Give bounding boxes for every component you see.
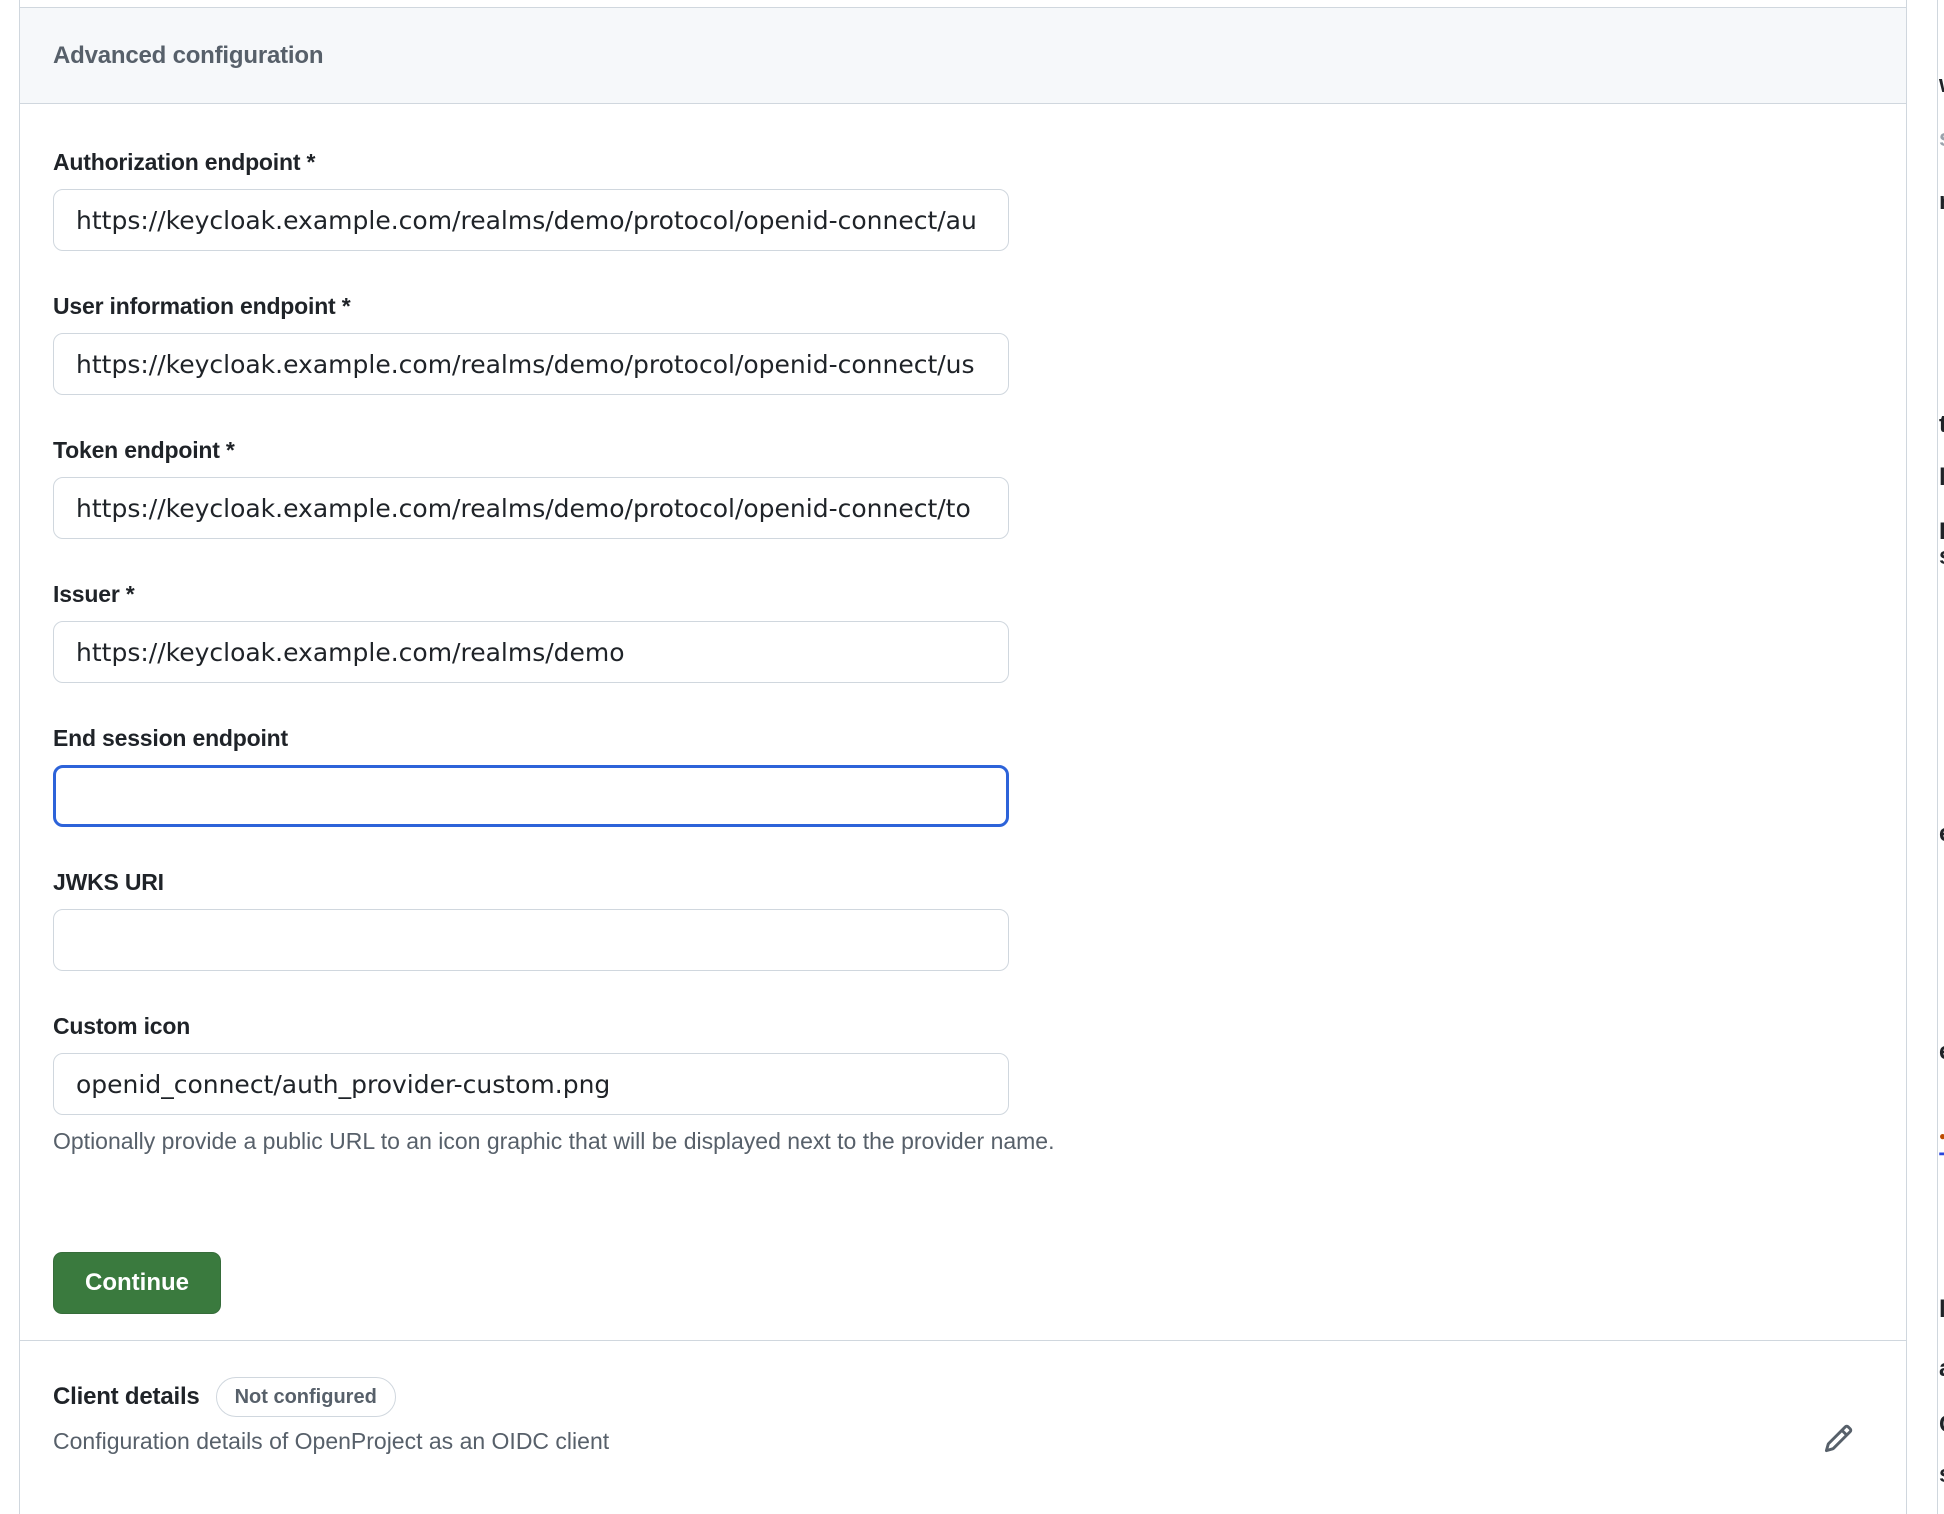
clipped-text-fragment: t [1939,413,1944,437]
pencil-icon [1823,1423,1854,1454]
custom-icon-label: Custom icon [53,1013,191,1039]
end-session-endpoint-field: End session endpoint [53,724,1906,827]
continue-button[interactable]: Continue [53,1252,221,1314]
clipped-text-fragment: r [1939,190,1944,214]
status-badge: Not configured [215,1377,396,1417]
jwks-uri-label: JWKS URI [53,869,164,895]
jwks-uri-field: JWKS URI [53,868,1906,971]
edit-client-details-button[interactable] [1817,1417,1860,1460]
token-endpoint-input[interactable] [53,477,1009,539]
settings-page: Advanced configuration Authorization end… [0,0,1944,1514]
clipped-text-fragment: e [1939,1040,1944,1064]
jwks-uri-input[interactable] [53,909,1009,971]
advanced-configuration-form: Authorization endpoint * User informatio… [20,104,1906,1340]
issuer-input[interactable] [53,621,1009,683]
user-information-endpoint-label: User information endpoint * [53,293,351,319]
client-details-title: Client details [53,1383,200,1410]
clipped-text-fragment: ● [1939,1124,1944,1148]
user-information-endpoint-input[interactable] [53,333,1009,395]
advanced-configuration-title: Advanced configuration [53,41,324,69]
user-information-endpoint-field: User information endpoint * [53,292,1906,395]
clipped-text-fragment: s [1939,1463,1944,1487]
authentication-settings-card: Advanced configuration Authorization end… [19,0,1907,1514]
end-session-endpoint-input[interactable] [53,765,1009,827]
right-edge-clipped-panel: w s r t l Es e e ●Tl a Cs [1937,0,1944,1514]
custom-icon-field: Custom icon Optionally provide a public … [53,1012,1906,1155]
clipped-text-fragment: a [1939,1357,1944,1381]
client-details-text: Client details Not configured Configurat… [53,1377,609,1455]
clipped-text-fragment: T [1939,1150,1944,1174]
issuer-label: Issuer * [53,581,135,607]
client-details-section: Client details Not configured Configurat… [20,1340,1906,1514]
custom-icon-input[interactable] [53,1053,1009,1115]
client-details-description: Configuration details of OpenProject as … [53,1428,610,1454]
authorization-endpoint-field: Authorization endpoint * [53,148,1906,251]
advanced-configuration-header: Advanced configuration [20,7,1906,104]
authorization-endpoint-label: Authorization endpoint * [53,149,316,175]
card-top-gap [20,0,1906,7]
authorization-endpoint-input[interactable] [53,189,1009,251]
clipped-text-fragment: e [1939,822,1944,846]
custom-icon-caption: Optionally provide a public URL to an ic… [53,1128,1055,1154]
clipped-text-fragment: C [1939,1413,1944,1437]
clipped-text-fragment: l [1939,466,1944,490]
clipped-text-fragment: l [1939,1298,1944,1322]
token-endpoint-field: Token endpoint * [53,436,1906,539]
issuer-field: Issuer * [53,580,1906,683]
clipped-text-fragment: w [1939,73,1944,97]
token-endpoint-label: Token endpoint * [53,437,235,463]
end-session-endpoint-label: End session endpoint [53,725,288,751]
client-details-heading-line: Client details Not configured [53,1377,609,1417]
clipped-text-fragment: s [1939,127,1944,151]
clipped-text-fragment: E [1939,520,1944,544]
clipped-text-fragment: s [1939,545,1944,569]
